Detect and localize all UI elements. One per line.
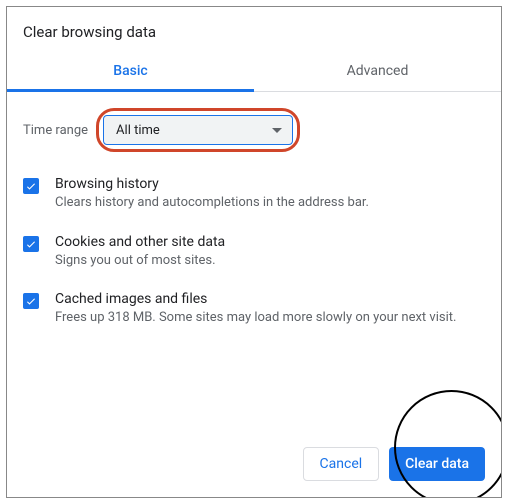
option-title: Browsing history — [55, 176, 369, 192]
time-range-label: Time range — [23, 123, 88, 138]
check-icon — [25, 238, 37, 250]
check-icon — [25, 180, 37, 192]
option-text: Browsing history Clears history and auto… — [55, 176, 369, 212]
option-text: Cookies and other site data Signs you ou… — [55, 234, 225, 270]
chevron-down-icon — [272, 128, 282, 133]
checkbox-cache[interactable] — [23, 293, 39, 309]
option-title: Cached images and files — [55, 291, 456, 307]
annotation-highlight: All time — [96, 108, 300, 152]
check-icon — [25, 295, 37, 307]
button-label: Clear data — [405, 456, 469, 472]
dialog-title: Clear browsing data — [7, 7, 501, 53]
dialog-footer: Cancel Clear data — [303, 447, 485, 481]
cancel-button[interactable]: Cancel — [303, 447, 380, 481]
annotation-circle — [394, 390, 502, 498]
time-range-row: Time range All time — [23, 108, 485, 152]
option-description: Signs you out of most sites. — [55, 252, 225, 270]
tab-label: Basic — [113, 63, 147, 79]
option-cache: Cached images and files Frees up 318 MB.… — [23, 291, 485, 327]
tab-basic[interactable]: Basic — [7, 53, 254, 91]
checkbox-browsing-history[interactable] — [23, 178, 39, 194]
time-range-dropdown[interactable]: All time — [103, 115, 293, 145]
option-text: Cached images and files Frees up 318 MB.… — [55, 291, 456, 327]
button-label: Cancel — [320, 456, 363, 472]
option-title: Cookies and other site data — [55, 234, 225, 250]
dialog-content: Time range All time Browsing history Cle… — [7, 92, 501, 327]
clear-data-button[interactable]: Clear data — [389, 447, 485, 481]
checkbox-cookies[interactable] — [23, 236, 39, 252]
option-description: Clears history and autocompletions in th… — [55, 194, 369, 212]
tab-label: Advanced — [347, 63, 409, 79]
tab-bar: Basic Advanced — [7, 53, 501, 92]
clear-browsing-data-dialog: Clear browsing data Basic Advanced Time … — [6, 6, 502, 498]
time-range-value: All time — [116, 123, 160, 138]
option-cookies: Cookies and other site data Signs you ou… — [23, 234, 485, 270]
option-browsing-history: Browsing history Clears history and auto… — [23, 176, 485, 212]
option-description: Frees up 318 MB. Some sites may load mor… — [55, 309, 456, 327]
tab-advanced[interactable]: Advanced — [254, 53, 501, 91]
